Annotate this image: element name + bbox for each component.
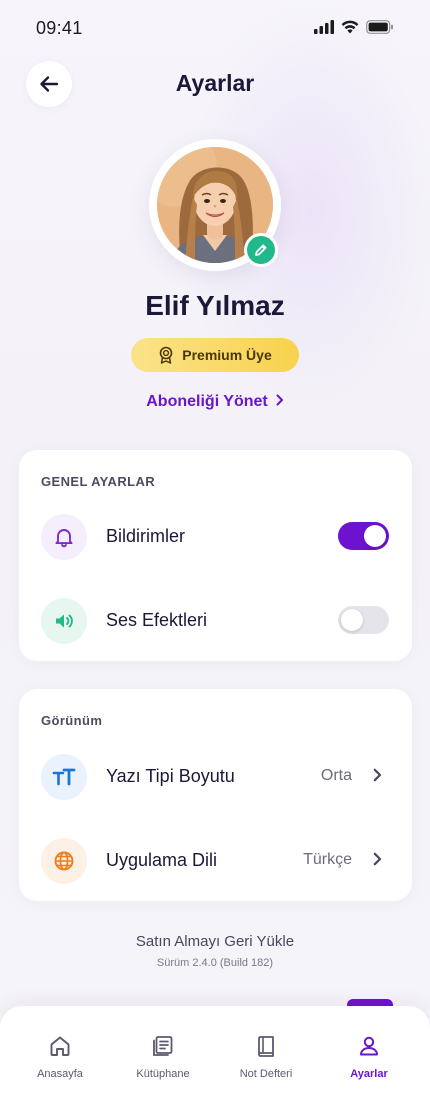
page-title: Ayarlar [175, 70, 255, 96]
setting-label-font-size: Yazı Tipi Boyutu [106, 766, 235, 786]
status-bar: 09:41 [0, 0, 430, 56]
home-icon [50, 1036, 70, 1056]
sound-effects-toggle[interactable] [338, 606, 389, 634]
view-settings-card: Görünüm Yazı Tipi Boyutu Orta Uygulama D… [19, 689, 412, 901]
nav-label-notebook: Not Defteri [239, 1068, 293, 1080]
general-settings-card: GENEL AYARLAR Bildirimler Ses Efektleri [19, 450, 412, 661]
setting-label-sound-effects: Ses Efektleri [106, 610, 208, 630]
setting-row-font-size[interactable]: Yazı Tipi Boyutu Orta [19, 747, 412, 807]
nav-item-settings[interactable]: Ayarlar [317, 1006, 421, 1108]
setting-row-sound-effects[interactable]: Ses Efektleri [19, 591, 412, 651]
restore-purchase-link[interactable]: Satın Almayı Geri Yükle [0, 933, 430, 950]
edit-avatar-button[interactable] [244, 233, 278, 267]
section-label-view: Görünüm [41, 713, 103, 728]
section-label-general: GENEL AYARLAR [41, 474, 156, 489]
award-icon [159, 346, 173, 364]
nav-label-library: Kütüphane [136, 1068, 190, 1080]
setting-value-font-size: Orta [320, 767, 352, 784]
status-time: 09:41 [36, 18, 83, 38]
battery-icon [366, 20, 393, 34]
chevron-right-icon [276, 393, 284, 411]
status-icons [314, 20, 394, 34]
version-text: Sürüm 2.4.0 (Build 182) [156, 957, 274, 969]
profile-icon [360, 1036, 378, 1056]
nav-item-library[interactable]: Kütüphane [111, 1006, 215, 1108]
user-name: Elif Yılmaz [145, 290, 285, 321]
speaker-icon [41, 598, 87, 644]
nav-item-notebook[interactable]: Not Defteri [214, 1006, 318, 1108]
wifi-icon [341, 20, 359, 34]
bottom-navigation: Anasayfa Kütüphane Not Defteri Ayarlar [0, 1006, 430, 1108]
premium-badge-label: Premium Üye [182, 347, 272, 363]
toggle-knob [341, 609, 363, 631]
nav-label-home: Anasayfa [37, 1068, 83, 1080]
setting-row-notifications[interactable]: Bildirimler [19, 507, 412, 567]
manage-subscription-link[interactable]: Aboneliği Yönet [0, 393, 430, 411]
signal-icon [314, 20, 334, 34]
toggle-knob [364, 525, 386, 547]
pencil-icon [255, 244, 267, 256]
setting-row-app-language[interactable]: Uygulama Dili Türkçe [19, 831, 412, 891]
setting-value-app-language: Türkçe [303, 851, 352, 868]
nav-item-home[interactable]: Anasayfa [8, 1006, 112, 1108]
library-icon [153, 1036, 173, 1056]
chevron-right-icon [373, 768, 382, 787]
setting-label-notifications: Bildirimler [106, 526, 186, 546]
globe-icon [41, 838, 87, 884]
notifications-toggle[interactable] [338, 522, 389, 550]
text-size-icon [41, 754, 87, 800]
manage-subscription-label: Aboneliği Yönet [146, 393, 268, 410]
bell-icon [41, 514, 87, 560]
setting-label-app-language: Uygulama Dili [106, 850, 218, 870]
chevron-right-icon [373, 852, 382, 871]
premium-badge: Premium Üye [131, 338, 299, 372]
notebook-icon [258, 1036, 274, 1057]
nav-label-settings: Ayarlar [350, 1068, 388, 1080]
